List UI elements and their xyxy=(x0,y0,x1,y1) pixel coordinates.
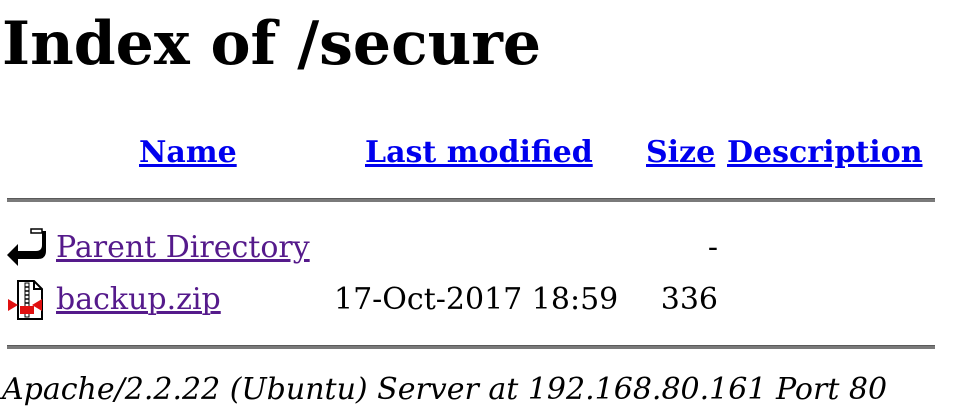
compressed-file-icon xyxy=(6,279,48,321)
table-row: Parent Directory - xyxy=(0,223,971,273)
column-header-name[interactable]: Name xyxy=(139,133,237,173)
column-header-size[interactable]: Size xyxy=(646,133,715,173)
server-signature: Apache/2.2.22 (Ubuntu) Server at 192.168… xyxy=(2,372,888,407)
column-header-last-modified[interactable]: Last modified xyxy=(365,133,593,173)
bottom-divider xyxy=(7,345,935,349)
last-modified-cell: 17-Oct-2017 18:59 xyxy=(334,282,619,317)
column-header-description[interactable]: Description xyxy=(727,133,923,173)
backup-zip-link[interactable]: backup.zip xyxy=(56,280,221,320)
sort-by-description-link[interactable]: Description xyxy=(727,135,923,170)
table-row: backup.zip 17-Oct-2017 18:59 336 xyxy=(0,275,971,325)
size-cell: 336 xyxy=(660,282,718,317)
back-arrow-icon xyxy=(6,227,48,269)
page-title: Index of /secure xyxy=(2,9,542,79)
sort-by-last-modified-link[interactable]: Last modified xyxy=(365,135,593,170)
size-cell: - xyxy=(707,230,718,265)
sort-by-size-link[interactable]: Size xyxy=(646,135,715,170)
parent-directory-link[interactable]: Parent Directory xyxy=(56,228,310,268)
sort-by-name-link[interactable]: Name xyxy=(139,135,237,170)
top-divider xyxy=(7,198,935,202)
